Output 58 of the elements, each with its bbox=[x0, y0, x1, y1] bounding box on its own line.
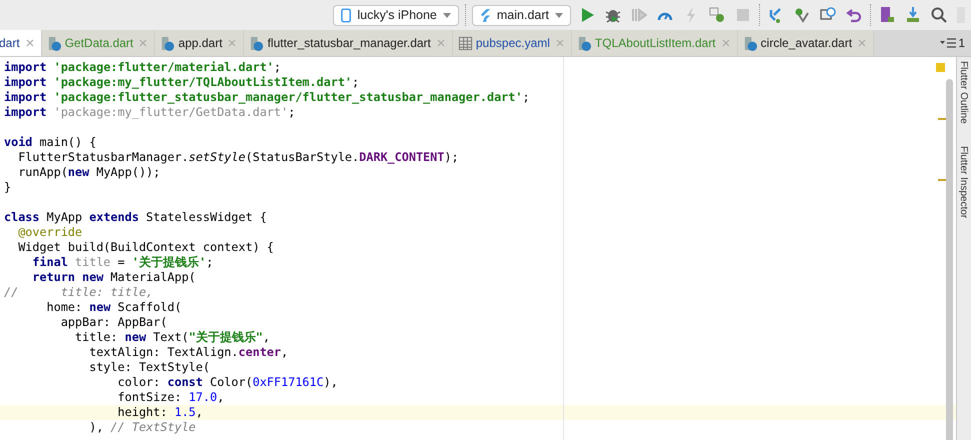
code-line: import 'package:flutter/material.dart'; bbox=[4, 60, 282, 74]
phone-icon bbox=[341, 8, 352, 22]
file-icon bbox=[249, 36, 264, 50]
code-line: // title: title, bbox=[4, 285, 154, 299]
close-icon[interactable] bbox=[26, 39, 34, 47]
code-line: appBar: AppBar( bbox=[60, 315, 168, 329]
run-icon[interactable] bbox=[579, 7, 595, 23]
file-tab[interactable]: flutter_statusbar_manager.dart bbox=[244, 30, 453, 56]
scrollbar[interactable] bbox=[946, 79, 953, 440]
side-panel-tab[interactable]: Flutter Inspector bbox=[957, 146, 970, 218]
search-icon[interactable] bbox=[931, 7, 947, 23]
file-icon bbox=[742, 36, 758, 50]
file-tab[interactable]: pubspec.yaml bbox=[452, 30, 572, 56]
caret-icon bbox=[442, 12, 451, 18]
code-line: @override bbox=[17, 225, 82, 239]
file-icon bbox=[46, 36, 62, 50]
close-icon[interactable] bbox=[556, 39, 564, 47]
code-line: textAlign: TextAlign.center, bbox=[88, 345, 288, 359]
code-line: title: new Text("关于提钱乐", bbox=[74, 330, 270, 344]
sdk-download-icon[interactable] bbox=[905, 7, 921, 23]
code-line: height: 1.5, bbox=[116, 405, 203, 419]
code-line: home: new Scaffold( bbox=[46, 300, 182, 314]
list-icon bbox=[940, 38, 956, 48]
code-line: import 'package:my_flutter/GetData.dart'; bbox=[4, 105, 296, 119]
code-line: FlutterStatusbarManager.setStyle(StatusBarStyle.DARK_CONTENT); bbox=[17, 150, 459, 164]
file-icon bbox=[576, 36, 592, 50]
close-icon[interactable] bbox=[858, 39, 866, 47]
code-line: final title = '关于提钱乐'; bbox=[31, 255, 214, 269]
flutter-icon bbox=[480, 8, 491, 22]
code-line: import 'package:my_flutter/TQLAboutListItem.dart'; bbox=[4, 75, 360, 89]
tab-list-button[interactable]: 1 bbox=[934, 30, 971, 56]
code-line: runApp(new MyApp()); bbox=[17, 165, 160, 179]
table-icon bbox=[458, 36, 473, 50]
close-icon[interactable] bbox=[436, 39, 445, 47]
code-line: import 'package:flutter_statusbar_manager/flutter_statusbar_manager.dart'; bbox=[4, 90, 530, 104]
close-icon[interactable] bbox=[139, 39, 148, 47]
code-line: style: TextStyle( bbox=[88, 360, 210, 374]
code-line: return new MaterialApp( bbox=[31, 270, 196, 284]
analysis-status-icon bbox=[936, 63, 945, 72]
revert-icon[interactable] bbox=[846, 7, 862, 23]
code-line: } bbox=[4, 180, 12, 194]
file-tab[interactable]: circle_avatar.dart bbox=[738, 30, 874, 56]
bug-icon[interactable] bbox=[605, 7, 621, 23]
side-panel-tab[interactable]: Flutter Outline bbox=[957, 61, 970, 124]
code-line: ), // TextStyle bbox=[88, 420, 196, 434]
stop-icon[interactable] bbox=[735, 7, 751, 23]
caret-icon bbox=[555, 12, 563, 18]
code-line: class MyApp extends StatelessWidget { bbox=[4, 210, 267, 224]
code-line: fontSize: 17.0, bbox=[116, 390, 224, 404]
close-icon[interactable] bbox=[228, 39, 236, 47]
close-icon[interactable] bbox=[722, 39, 730, 47]
code-line: Widget build(BuildContext context) { bbox=[17, 240, 274, 254]
device-dropdown[interactable]: lucky's iPhone bbox=[333, 4, 459, 26]
file-tab[interactable]: app.dart bbox=[155, 30, 244, 56]
file-icon bbox=[160, 36, 176, 50]
code-line: color: const Color(0xFF17161C), bbox=[116, 375, 338, 389]
code-line: void main() { bbox=[4, 135, 96, 149]
run-config-dropdown[interactable]: main.dart bbox=[472, 4, 571, 26]
